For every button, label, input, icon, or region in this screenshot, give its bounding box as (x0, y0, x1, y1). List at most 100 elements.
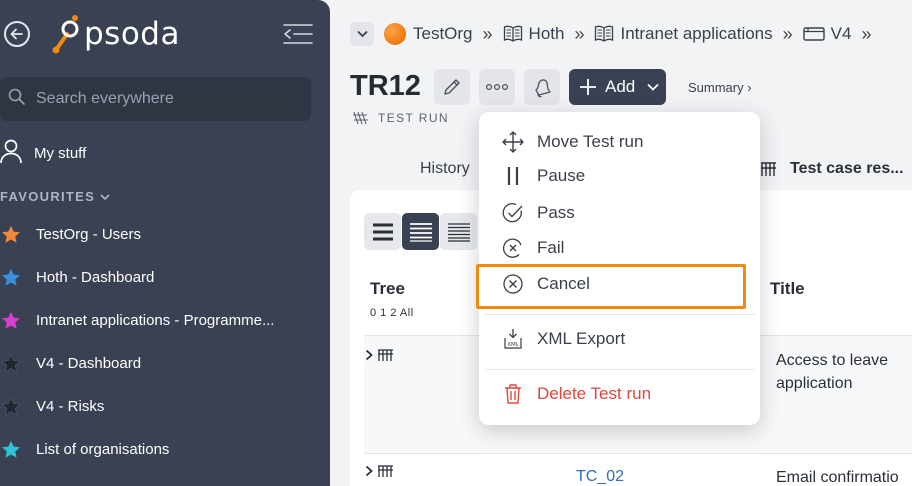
my-stuff-link[interactable]: My stuff (0, 138, 86, 168)
favourite-item[interactable]: Hoth - Dashboard (0, 256, 330, 299)
row-title: Access to leave application (776, 352, 889, 392)
favourite-item[interactable]: TestOrg - Users (0, 213, 330, 256)
sidebar: psoda My stuff FAVOURITES TestOrg - User… (0, 0, 330, 486)
view-medium-button[interactable] (402, 213, 439, 250)
breadcrumb-item-intranet-applications[interactable]: Intranet applications (620, 24, 772, 44)
collapse-sidebar-icon[interactable] (282, 22, 314, 46)
add-button-label: Add (605, 77, 636, 96)
favourite-item[interactable]: V4 - Dashboard (0, 342, 330, 385)
view-density-toggle (364, 213, 478, 250)
menu-item-pause[interactable]: Pause (501, 166, 585, 186)
trash-icon (501, 383, 525, 405)
view-compact-button[interactable] (364, 213, 401, 250)
tab-history[interactable]: History (420, 160, 470, 178)
favourite-item[interactable]: Intranet applications - Programme... (0, 299, 330, 342)
search-input[interactable] (36, 90, 296, 108)
watch-button[interactable] (524, 69, 560, 105)
search-box[interactable] (0, 77, 311, 121)
plus-icon (579, 78, 597, 96)
book-icon (594, 25, 614, 43)
star-icon (2, 225, 20, 243)
favourites-header-label: FAVOURITES (0, 189, 96, 204)
breadcrumb-separator: » (861, 23, 872, 44)
edit-button[interactable] (434, 69, 470, 105)
menu-item-xml-export[interactable]: XML XML Export (501, 328, 625, 350)
menu-divider (485, 314, 755, 315)
favourites-header[interactable]: FAVOURITES (0, 189, 110, 204)
page-title: TR12 (350, 70, 421, 102)
chevron-down-icon (647, 83, 659, 91)
favourite-label: Intranet applications - Programme... (36, 312, 275, 329)
summary-link[interactable]: Summary › (688, 80, 752, 95)
star-icon (1, 396, 21, 415)
star-icon (2, 440, 20, 458)
test-run-icon (353, 111, 368, 125)
svg-text:XML: XML (507, 342, 520, 348)
column-header-title[interactable]: Title (770, 279, 805, 299)
menu-item-pass[interactable]: Pass (501, 202, 575, 224)
breadcrumb: TestOrg » Hoth » Intranet applications »… (350, 20, 881, 48)
favourites-list: TestOrg - Users Hoth - Dashboard Intrane… (0, 213, 330, 471)
book-icon (503, 25, 523, 43)
chevron-down-icon (356, 30, 368, 38)
test-case-icon (378, 349, 393, 361)
tree-level-selector[interactable]: 0 1 2 All (370, 307, 414, 319)
pass-icon (501, 202, 525, 224)
my-stuff-label: My stuff (34, 144, 87, 162)
breadcrumb-toggle-button[interactable] (350, 22, 374, 46)
row-expander[interactable] (365, 348, 395, 362)
favourite-label: V4 - Risks (36, 398, 105, 415)
back-arrow-icon[interactable] (4, 21, 30, 47)
more-options-button[interactable] (479, 69, 515, 105)
menu-item-label: Fail (537, 238, 565, 257)
org-logo-icon (384, 23, 406, 45)
menu-item-label: XML Export (537, 329, 626, 348)
view-dense-button[interactable] (440, 213, 477, 250)
cancel-highlight-box (476, 264, 746, 309)
favourite-label: V4 - Dashboard (36, 355, 142, 372)
favourite-label: List of organisations (36, 441, 170, 458)
menu-item-label: Pass (537, 203, 575, 222)
chevron-right-icon (365, 465, 373, 477)
breadcrumb-item-v4[interactable]: V4 (831, 24, 852, 44)
breadcrumb-item-testorg[interactable]: TestOrg (413, 24, 473, 44)
add-button[interactable]: Add (569, 69, 666, 105)
row-expander[interactable] (365, 464, 395, 478)
logo-mark-icon (52, 15, 79, 54)
xml-export-icon: XML (501, 328, 525, 350)
row-divider (364, 453, 912, 454)
psoda-logo[interactable]: psoda (48, 12, 180, 56)
menu-item-delete-test-run[interactable]: Delete Test run (501, 383, 651, 405)
menu-divider (485, 369, 755, 370)
chevron-right-icon (365, 349, 373, 361)
column-header-tree[interactable]: Tree (370, 279, 405, 299)
breadcrumb-separator: » (482, 23, 493, 44)
logo-text: psoda (84, 16, 180, 52)
user-icon (0, 138, 24, 168)
row-title: Email confirmatio (776, 469, 899, 486)
tab-test-case-results[interactable]: Test case res... (760, 160, 904, 178)
menu-item-label: Pause (537, 166, 586, 185)
star-icon (2, 311, 20, 329)
breadcrumb-separator: » (782, 23, 793, 44)
test-case-icon (761, 162, 776, 176)
favourite-item[interactable]: List of organisations (0, 428, 330, 471)
chevron-down-icon (100, 193, 110, 201)
list-medium-icon (409, 222, 432, 242)
menu-item-fail[interactable]: Fail (501, 237, 564, 259)
menu-item-move-test-run[interactable]: Move Test run (501, 131, 643, 153)
ellipsis-icon (486, 83, 508, 91)
list-small-icon (447, 222, 470, 242)
page-subtitle-label: TEST RUN (378, 111, 449, 125)
menu-item-label: Move Test run (537, 132, 644, 151)
menu-item-label: Delete Test run (537, 384, 652, 403)
pencil-icon (444, 79, 460, 95)
breadcrumb-item-hoth[interactable]: Hoth (529, 24, 565, 44)
favourite-item[interactable]: V4 - Risks (0, 385, 330, 428)
page-subtitle: TEST RUN (352, 110, 449, 126)
favourite-label: TestOrg - Users (36, 226, 142, 243)
tab-test-case-results-label: Test case res... (790, 160, 904, 177)
row-id-link[interactable]: TC_02 (576, 468, 624, 486)
pause-icon (501, 166, 525, 186)
breadcrumb-separator: » (574, 23, 585, 44)
